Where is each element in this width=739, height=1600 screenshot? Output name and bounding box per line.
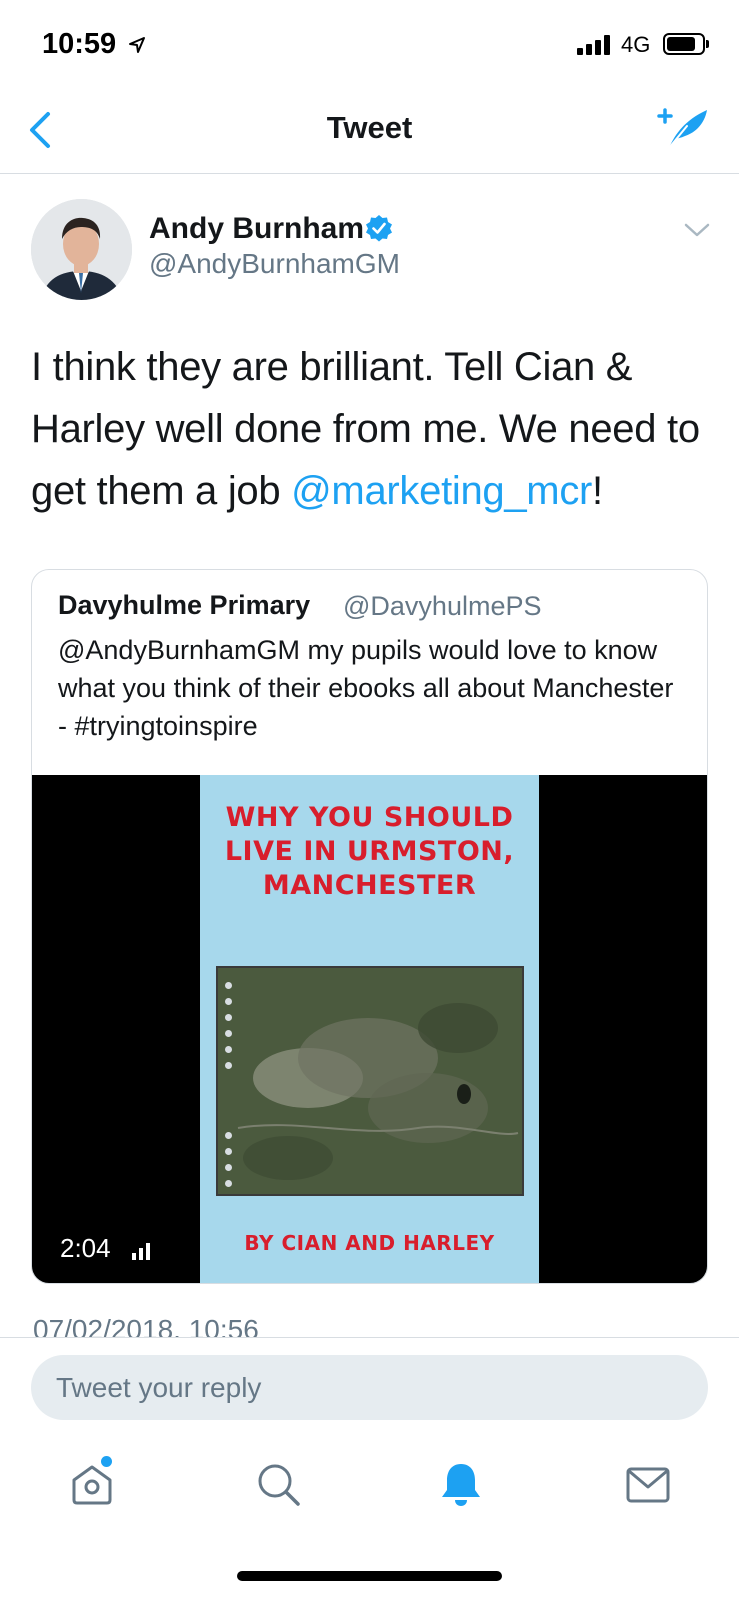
video-duration: 2:04 bbox=[60, 1233, 111, 1263]
quoted-tweet-text: @AndyBurnhamGM my pupils would love to k… bbox=[58, 635, 674, 741]
reply-input[interactable] bbox=[31, 1355, 708, 1420]
map-controls bbox=[225, 982, 233, 1187]
location-arrow-icon bbox=[129, 37, 145, 53]
nav-bar: Tweet bbox=[0, 90, 739, 174]
map-image bbox=[216, 966, 524, 1196]
mention-link[interactable]: @marketing_mcr bbox=[291, 469, 592, 513]
home-icon[interactable] bbox=[68, 1460, 116, 1508]
network-type: 4G bbox=[621, 32, 651, 57]
battery-icon bbox=[663, 33, 709, 55]
ebook-cover-title: Why you should live in Urmston, Manchest… bbox=[224, 802, 515, 901]
notification-dot bbox=[101, 1456, 112, 1467]
status-bar: 10:59 4G bbox=[0, 0, 739, 90]
signal-bars-icon bbox=[577, 35, 613, 55]
quoted-author-name: Davyhulme Primary bbox=[58, 590, 311, 620]
compose-tweet-icon[interactable] bbox=[655, 104, 711, 154]
ebook-cover-byline: By Cian and Harley bbox=[244, 1231, 495, 1255]
search-icon[interactable] bbox=[254, 1460, 302, 1508]
avatar-photo bbox=[31, 199, 132, 300]
page-title: Tweet bbox=[326, 110, 413, 145]
video-player[interactable]: Why you should live in Urmston, Manchest… bbox=[32, 775, 707, 1283]
author-name[interactable]: Andy Burnham bbox=[149, 212, 364, 246]
video-thumbnail: Why you should live in Urmston, Manchest… bbox=[200, 775, 539, 1283]
notifications-icon[interactable] bbox=[437, 1460, 485, 1508]
tweet-text: I think they are brilliant. Tell Cian & … bbox=[31, 336, 721, 522]
verified-badge-icon bbox=[366, 215, 392, 242]
home-indicator bbox=[237, 1571, 502, 1581]
chevron-down-icon[interactable] bbox=[683, 220, 711, 240]
volume-icon[interactable] bbox=[131, 1239, 155, 1261]
avatar[interactable] bbox=[31, 199, 132, 300]
quoted-tweet-card[interactable]: Davyhulme Primary @DavyhulmePS @AndyBurn… bbox=[31, 569, 708, 1284]
tweet-text-end: ! bbox=[592, 469, 603, 513]
reply-bar bbox=[0, 1337, 739, 1434]
author-handle[interactable]: @AndyBurnhamGM bbox=[149, 248, 400, 280]
quoted-author-handle: @DavyhulmePS bbox=[343, 591, 542, 621]
messages-icon[interactable] bbox=[624, 1460, 672, 1508]
status-time: 10:59 bbox=[42, 28, 117, 60]
